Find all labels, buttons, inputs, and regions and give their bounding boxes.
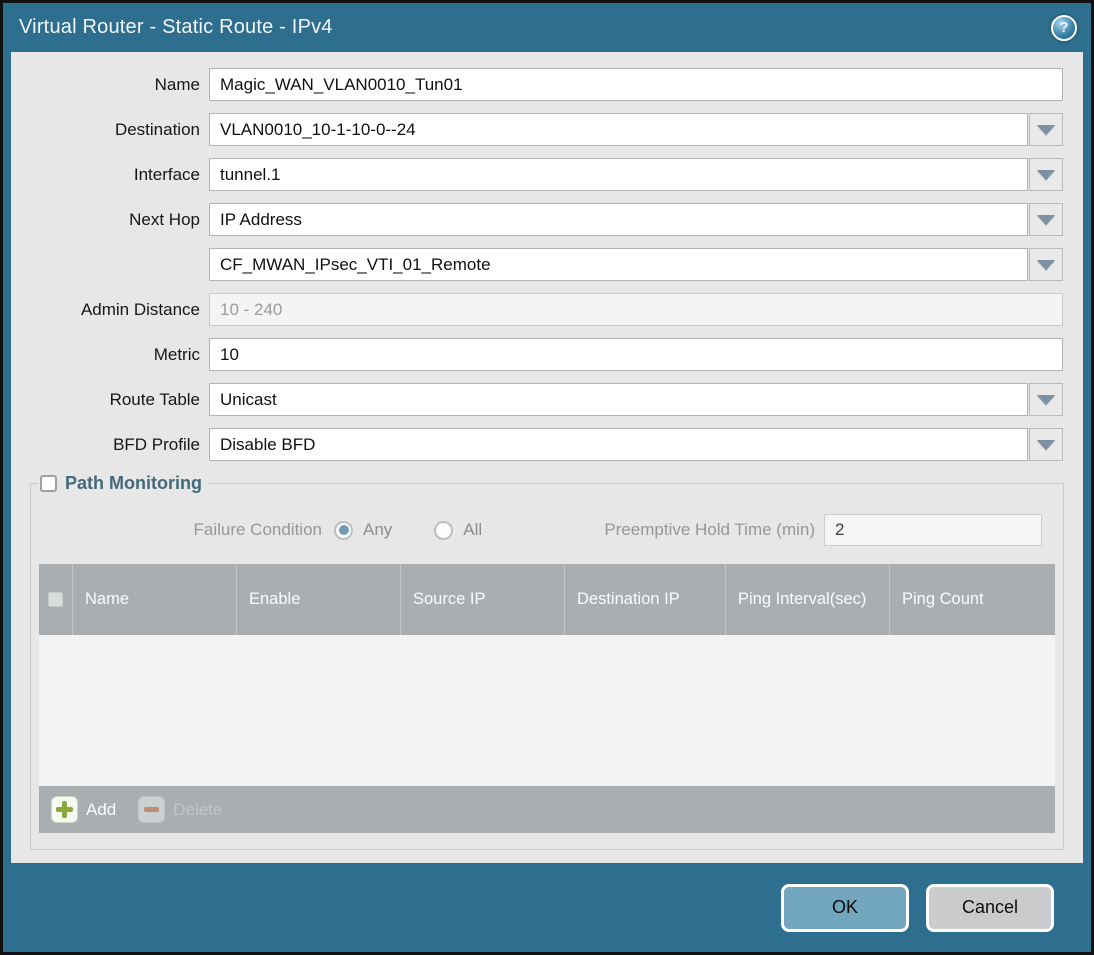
route-table-label: Route Table xyxy=(109,389,200,409)
interface-label: Interface xyxy=(133,164,200,184)
cancel-button[interactable]: Cancel xyxy=(926,883,1054,932)
path-monitoring-title: Path Monitoring xyxy=(65,473,202,493)
path-monitoring-table: Name Enable Source IP Destination IP Pin… xyxy=(39,564,1055,833)
help-icon-glyph: ? xyxy=(1059,19,1069,36)
name-label: Name xyxy=(154,74,200,94)
preemptive-hold-time-input[interactable] xyxy=(824,514,1042,546)
table-header-enable[interactable]: Enable xyxy=(237,564,401,635)
static-route-dialog: Virtual Router - Static Route - IPv4 ? N… xyxy=(0,0,1094,955)
failure-condition-radio-group: Any All xyxy=(334,520,514,540)
next-hop-address-input[interactable] xyxy=(209,248,1028,281)
destination-input[interactable] xyxy=(209,113,1028,146)
path-monitoring-legend: Path Monitoring xyxy=(38,473,208,494)
name-row: Name xyxy=(11,68,1063,101)
delete-button[interactable]: Delete xyxy=(138,796,222,823)
admin-distance-input[interactable] xyxy=(209,293,1063,326)
next-hop-type-input[interactable] xyxy=(209,203,1028,236)
minus-icon xyxy=(138,796,166,823)
metric-row: Metric xyxy=(11,338,1063,371)
chevron-down-icon xyxy=(1037,124,1055,135)
route-table-dropdown-button[interactable] xyxy=(1029,383,1063,416)
bfd-profile-input[interactable] xyxy=(209,428,1028,461)
add-button-label: Add xyxy=(86,799,117,819)
chevron-down-icon xyxy=(1037,394,1055,405)
next-hop-type-dropdown-button[interactable] xyxy=(1029,203,1063,236)
failure-condition-all-label: All xyxy=(463,520,483,539)
help-icon[interactable]: ? xyxy=(1051,14,1077,41)
interface-input[interactable] xyxy=(209,158,1028,191)
table-header-source-ip[interactable]: Source IP xyxy=(401,564,565,635)
ok-button[interactable]: OK xyxy=(781,883,909,932)
bfd-profile-label: BFD Profile xyxy=(113,434,200,454)
table-header-name[interactable]: Name xyxy=(73,564,237,635)
failure-condition-all-radio[interactable] xyxy=(434,520,454,540)
next-hop-row: Next Hop xyxy=(11,203,1063,236)
path-monitoring-checkbox[interactable] xyxy=(40,475,57,492)
table-header-row: Name Enable Source IP Destination IP Pin… xyxy=(39,564,1055,635)
preemptive-hold-time-group: Preemptive Hold Time (min) xyxy=(604,514,1042,546)
bfd-profile-dropdown-button[interactable] xyxy=(1029,428,1063,461)
table-header-checkbox-cell xyxy=(39,564,73,635)
path-monitoring-section: Path Monitoring Failure Condition Any Al… xyxy=(30,473,1064,850)
table-toolbar: Add Delete xyxy=(39,786,1055,833)
chevron-down-icon xyxy=(1037,259,1055,270)
destination-dropdown-button[interactable] xyxy=(1029,113,1063,146)
failure-condition-any-label: Any xyxy=(363,520,393,539)
table-header-destination-ip[interactable]: Destination IP xyxy=(565,564,726,635)
next-hop-address-row xyxy=(11,248,1063,281)
admin-distance-row: Admin Distance xyxy=(11,293,1063,326)
dialog-title: Virtual Router - Static Route - IPv4 xyxy=(19,16,333,38)
table-header-ping-count[interactable]: Ping Count xyxy=(890,564,1055,635)
metric-label: Metric xyxy=(153,344,200,364)
admin-distance-label: Admin Distance xyxy=(80,299,200,319)
interface-row: Interface xyxy=(11,158,1063,191)
plus-icon xyxy=(51,796,78,823)
interface-dropdown-button[interactable] xyxy=(1029,158,1063,191)
route-table-input[interactable] xyxy=(209,383,1028,416)
metric-input[interactable] xyxy=(209,338,1063,371)
table-body-empty xyxy=(39,635,1055,786)
path-monitoring-options-row: Failure Condition Any All Preemptive Hol… xyxy=(38,514,1042,546)
chevron-down-icon xyxy=(1037,214,1055,225)
preemptive-hold-time-label: Preemptive Hold Time (min) xyxy=(604,520,815,539)
dialog-footer: OK Cancel xyxy=(3,863,1091,952)
next-hop-label: Next Hop xyxy=(129,209,200,229)
destination-label: Destination xyxy=(114,119,200,139)
bfd-profile-row: BFD Profile xyxy=(11,428,1063,461)
dialog-title-bar: Virtual Router - Static Route - IPv4 ? xyxy=(3,3,1091,52)
chevron-down-icon xyxy=(1037,439,1055,450)
failure-condition-any-radio[interactable] xyxy=(334,520,353,540)
destination-row: Destination xyxy=(11,113,1063,146)
chevron-down-icon xyxy=(1037,169,1055,180)
next-hop-address-dropdown-button[interactable] xyxy=(1029,248,1063,281)
name-input[interactable] xyxy=(209,68,1063,101)
route-table-row: Route Table xyxy=(11,383,1063,416)
add-button[interactable]: Add xyxy=(51,796,116,823)
table-header-ping-interval[interactable]: Ping Interval(sec) xyxy=(726,564,890,635)
dialog-body: Name Destination Interface xyxy=(11,52,1083,863)
select-all-checkbox[interactable] xyxy=(48,592,63,607)
delete-button-label: Delete xyxy=(173,799,223,819)
failure-condition-label: Failure Condition xyxy=(193,520,322,539)
